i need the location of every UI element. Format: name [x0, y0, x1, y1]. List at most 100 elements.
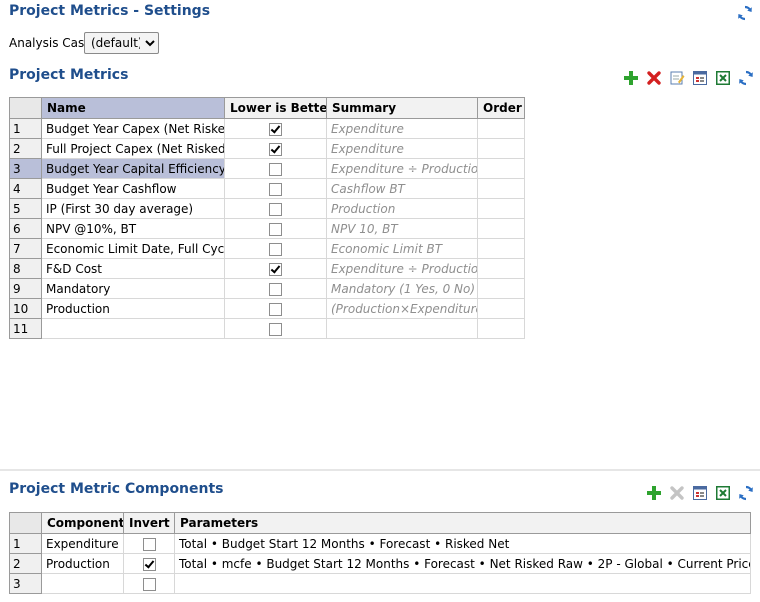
- checkbox[interactable]: [142, 557, 156, 571]
- summary-cell[interactable]: Mandatory (1 Yes, 0 No): [326, 278, 478, 299]
- checkbox-cell[interactable]: [224, 178, 327, 199]
- checkbox-cell[interactable]: [224, 138, 327, 159]
- order-cell[interactable]: [477, 298, 525, 319]
- parameters-cell[interactable]: Total • Budget Start 12 Months • Forecas…: [174, 533, 751, 554]
- delete-icon[interactable]: [668, 484, 685, 501]
- checkbox-cell[interactable]: [123, 553, 175, 574]
- metric-name-cell[interactable]: Full Project Capex (Net Risked: [41, 138, 225, 159]
- table-row[interactable]: 6 NPV @10%, BT NPV 10, BT: [9, 218, 525, 239]
- refresh-icon[interactable]: [737, 484, 754, 501]
- summary-cell[interactable]: Economic Limit BT: [326, 238, 478, 259]
- delete-icon[interactable]: [645, 69, 662, 86]
- checkbox-cell[interactable]: [224, 318, 327, 339]
- order-cell[interactable]: [477, 178, 525, 199]
- component-cell[interactable]: [41, 573, 124, 594]
- table-row[interactable]: 11: [9, 318, 525, 339]
- row-number[interactable]: 1: [9, 118, 42, 139]
- table-row[interactable]: 3: [9, 573, 751, 594]
- checkbox[interactable]: [142, 577, 156, 591]
- summary-cell[interactable]: Expenditure ÷ Production: [326, 158, 478, 179]
- table-row[interactable]: 2 Full Project Capex (Net Risked Expenditu…: [9, 138, 525, 159]
- checkbox[interactable]: [269, 302, 282, 316]
- excel-icon[interactable]: [714, 484, 731, 501]
- order-cell[interactable]: [477, 318, 525, 339]
- table-row[interactable]: 10 Production (Production×Expenditure): [9, 298, 525, 319]
- metric-name-cell[interactable]: [41, 318, 225, 339]
- checkbox[interactable]: [269, 122, 282, 136]
- order-cell[interactable]: [477, 238, 525, 259]
- summary-cell[interactable]: [326, 318, 478, 339]
- row-number[interactable]: 3: [9, 573, 42, 594]
- checkbox[interactable]: [269, 282, 282, 296]
- checkbox[interactable]: [142, 537, 156, 551]
- checkbox[interactable]: [269, 242, 282, 256]
- table-row[interactable]: 9 Mandatory Mandatory (1 Yes, 0 No): [9, 278, 525, 299]
- summary-cell[interactable]: (Production×Expenditure): [326, 298, 478, 319]
- metric-name-cell[interactable]: Budget Year Capital Efficiency: [41, 158, 225, 179]
- row-number[interactable]: 11: [9, 318, 42, 339]
- row-number[interactable]: 2: [9, 138, 42, 159]
- column-header-name[interactable]: Name: [41, 97, 225, 119]
- metric-name-cell[interactable]: Mandatory: [41, 278, 225, 299]
- table-row[interactable]: 5 IP (First 30 day average) Production: [9, 198, 525, 219]
- row-number[interactable]: 7: [9, 238, 42, 259]
- checkbox[interactable]: [269, 262, 282, 276]
- analysis-case-select[interactable]: (default): [84, 32, 159, 54]
- checkbox-cell[interactable]: [224, 118, 327, 139]
- order-cell[interactable]: [477, 138, 525, 159]
- metric-name-cell[interactable]: Production: [41, 298, 225, 319]
- summary-cell[interactable]: Expenditure: [326, 118, 478, 139]
- column-header-order[interactable]: Order: [477, 97, 525, 119]
- corner-cell[interactable]: [9, 512, 42, 534]
- metric-name-cell[interactable]: F&D Cost: [41, 258, 225, 279]
- column-header-invert[interactable]: Invert: [123, 512, 175, 534]
- parameters-cell[interactable]: Total • mcfe • Budget Start 12 Months • …: [174, 553, 751, 574]
- corner-cell[interactable]: [9, 97, 42, 119]
- checkbox[interactable]: [269, 182, 282, 196]
- row-number[interactable]: 8: [9, 258, 42, 279]
- row-number[interactable]: 2: [9, 553, 42, 574]
- order-cell[interactable]: [477, 198, 525, 219]
- row-number[interactable]: 3: [9, 158, 42, 179]
- row-number[interactable]: 5: [9, 198, 42, 219]
- excel-icon[interactable]: [714, 69, 731, 86]
- table-row[interactable]: 2 Production Total • mcfe • Budget Start 1…: [9, 553, 751, 574]
- row-number[interactable]: 4: [9, 178, 42, 199]
- checkbox-cell[interactable]: [224, 258, 327, 279]
- summary-cell[interactable]: Expenditure: [326, 138, 478, 159]
- order-cell[interactable]: [477, 218, 525, 239]
- checkbox-cell[interactable]: [224, 158, 327, 179]
- metric-name-cell[interactable]: Economic Limit Date, Full Cycle: [41, 238, 225, 259]
- column-header-lower-is-better[interactable]: Lower is Better: [224, 97, 327, 119]
- properties-icon[interactable]: [691, 484, 708, 501]
- checkbox[interactable]: [269, 222, 282, 236]
- summary-cell[interactable]: Expenditure ÷ Production: [326, 258, 478, 279]
- checkbox-cell[interactable]: [224, 238, 327, 259]
- column-header-parameters[interactable]: Parameters: [174, 512, 751, 534]
- edit-icon[interactable]: [668, 69, 685, 86]
- order-cell[interactable]: [477, 278, 525, 299]
- checkbox[interactable]: [269, 162, 282, 176]
- refresh-icon[interactable]: [736, 4, 753, 21]
- order-cell[interactable]: [477, 158, 525, 179]
- component-cell[interactable]: Production: [41, 553, 124, 574]
- checkbox-cell[interactable]: [123, 533, 175, 554]
- checkbox-cell[interactable]: [224, 218, 327, 239]
- row-number[interactable]: 9: [9, 278, 42, 299]
- checkbox-cell[interactable]: [123, 573, 175, 594]
- component-cell[interactable]: Expenditure: [41, 533, 124, 554]
- metric-name-cell[interactable]: IP (First 30 day average): [41, 198, 225, 219]
- checkbox-cell[interactable]: [224, 278, 327, 299]
- row-number[interactable]: 1: [9, 533, 42, 554]
- column-header-component[interactable]: Component: [41, 512, 124, 534]
- row-number[interactable]: 6: [9, 218, 42, 239]
- order-cell[interactable]: [477, 118, 525, 139]
- table-row[interactable]: 7 Economic Limit Date, Full Cycle Economic…: [9, 238, 525, 259]
- checkbox-cell[interactable]: [224, 298, 327, 319]
- table-row[interactable]: 4 Budget Year Cashflow Cashflow BT: [9, 178, 525, 199]
- summary-cell[interactable]: Production: [326, 198, 478, 219]
- add-icon[interactable]: [622, 69, 639, 86]
- table-row[interactable]: 1 Expenditure Total • Budget Start 12 Mont…: [9, 533, 751, 554]
- metric-name-cell[interactable]: NPV @10%, BT: [41, 218, 225, 239]
- refresh-icon[interactable]: [737, 69, 754, 86]
